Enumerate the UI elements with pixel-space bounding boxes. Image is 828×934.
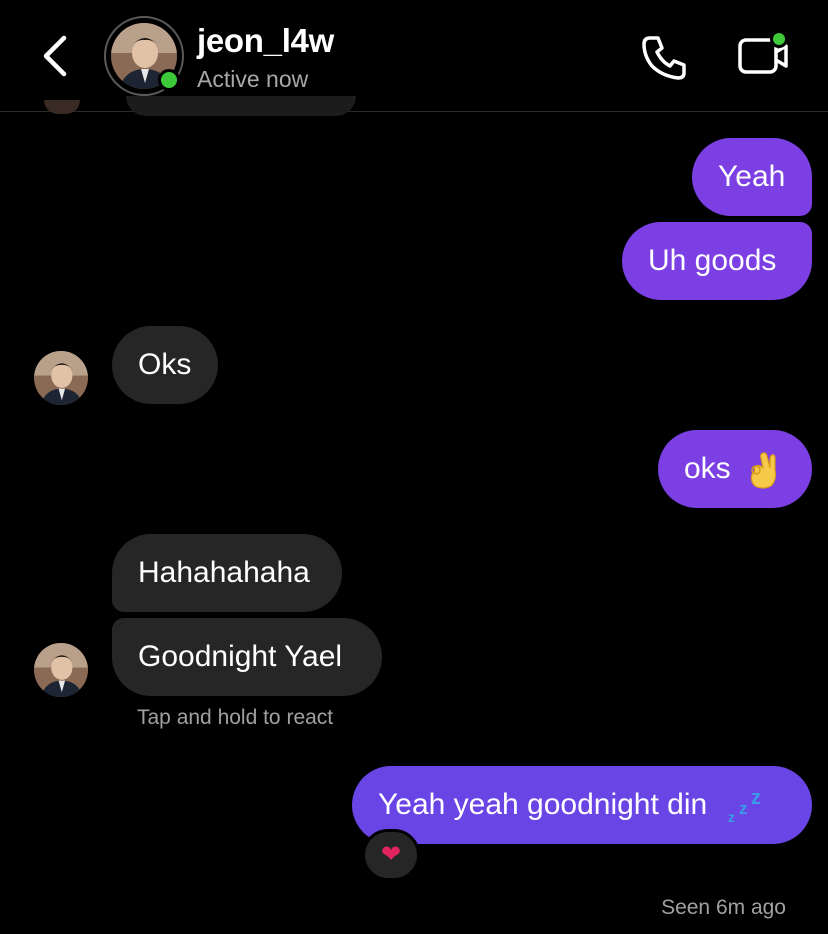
- chat-header: jeon_l4w Active now: [0, 0, 828, 112]
- profile-photo: [34, 351, 88, 405]
- message-text: oks: [684, 452, 731, 485]
- message-bubble-outgoing[interactable]: Uh goods: [622, 222, 812, 300]
- online-indicator: [158, 69, 180, 91]
- message-bubble-incoming[interactable]: Goodnight Yael: [112, 618, 382, 696]
- message-text: Hahahahaha: [138, 556, 310, 589]
- message-bubble-partial: [126, 96, 356, 116]
- react-hint: Tap and hold to react: [137, 706, 334, 729]
- active-status: Active now: [197, 66, 309, 92]
- back-button[interactable]: [36, 32, 76, 80]
- profile-photo: [34, 643, 88, 697]
- chat-username[interactable]: jeon_l4w: [197, 22, 334, 60]
- seen-status: Seen 6m ago: [661, 896, 786, 919]
- message-bubble-incoming[interactable]: Oks: [112, 326, 218, 404]
- message-text: Yeah yeah goodnight din: [378, 788, 708, 821]
- phone-icon: [642, 36, 686, 80]
- message-bubble-outgoing[interactable]: Yeah yeah goodnight din z z z: [352, 766, 812, 844]
- svg-text:z: z: [751, 787, 761, 809]
- message-bubble-outgoing[interactable]: Yeah: [692, 138, 812, 216]
- message-text: Oks: [138, 348, 192, 381]
- message-bubble-outgoing[interactable]: oks: [658, 430, 812, 508]
- ok-hand-emoji-icon: [750, 452, 777, 489]
- message-text: Goodnight Yael: [138, 640, 343, 673]
- heart-reaction[interactable]: ❤: [362, 829, 420, 881]
- message-bubble-incoming[interactable]: Hahahahaha: [112, 534, 342, 612]
- sender-avatar[interactable]: [34, 351, 88, 405]
- sender-avatar[interactable]: [34, 643, 88, 697]
- zzz-sleeping-emoji-icon: z z z: [728, 787, 761, 825]
- svg-text:z: z: [728, 809, 735, 825]
- video-active-dot: [770, 30, 788, 48]
- voice-call-button[interactable]: [636, 30, 692, 86]
- chevron-left-icon: [43, 35, 67, 77]
- svg-text:z: z: [739, 799, 748, 818]
- message-text: Yeah: [718, 160, 786, 193]
- heart-icon: ❤: [380, 841, 402, 868]
- message-text: Uh goods: [648, 244, 777, 277]
